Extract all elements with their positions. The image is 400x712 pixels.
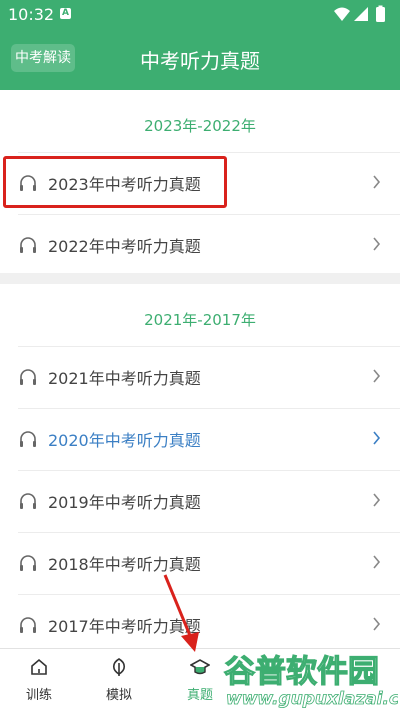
list-item[interactable]: 2019年中考听力真题 (18, 470, 400, 532)
highlight-box (3, 156, 227, 208)
tab-mock[interactable]: 模拟 (84, 649, 154, 712)
chevron-right-icon (373, 617, 381, 631)
chevron-right-icon (373, 555, 381, 569)
list-item[interactable]: 2021年中考听力真题 (18, 346, 400, 408)
status-bar: 10:32 A (0, 0, 400, 28)
headphones-icon (20, 431, 36, 447)
chevron-right-icon (373, 175, 381, 189)
headphones-icon (20, 617, 36, 633)
signal-icon (354, 7, 368, 21)
leaf-icon (112, 658, 126, 676)
list-item[interactable]: 2022年中考听力真题 (18, 214, 400, 276)
notification-icon: A (60, 8, 71, 19)
watermark-url: www.gupuxlazai.com (226, 689, 398, 709)
tab-label: 训练 (25, 688, 52, 703)
chevron-right-icon (373, 369, 381, 383)
headphones-icon (20, 369, 36, 385)
list-item-label: 2022年中考听力真题 (48, 237, 201, 256)
page-title: 中考听力真题 (140, 49, 260, 73)
chevron-right-icon (373, 237, 381, 251)
headphones-icon (20, 237, 36, 253)
headphones-icon (20, 493, 36, 509)
section-heading: 2021年-2017年 (144, 311, 256, 329)
system-icons (334, 5, 385, 22)
wifi-icon (334, 7, 350, 21)
chevron-right-icon (373, 493, 381, 507)
status-time: 10:32 (8, 5, 55, 24)
section-heading: 2023年-2022年 (144, 117, 256, 135)
chevron-right-icon (373, 431, 381, 445)
site-watermark: 谷普软件园 www.gupuxlazai.com (223, 653, 398, 709)
list-item[interactable]: 2020年中考听力真题 (18, 408, 400, 470)
watermark-brand: 谷普软件园 (224, 654, 379, 690)
list-item-label: 2019年中考听力真题 (48, 493, 201, 512)
graduation-cap-icon (190, 659, 210, 675)
list-item-label: 2020年中考听力真题 (48, 431, 201, 450)
battery-icon (376, 7, 385, 22)
headphones-icon (20, 555, 36, 571)
tab-label: 模拟 (105, 688, 132, 703)
app-bar: 中考解读 中考听力真题 (0, 28, 400, 90)
annotation-arrow (163, 574, 199, 652)
list-item-label: 2021年中考听力真题 (48, 369, 201, 388)
home-icon (31, 658, 47, 675)
tab-training[interactable]: 训练 (4, 649, 74, 712)
